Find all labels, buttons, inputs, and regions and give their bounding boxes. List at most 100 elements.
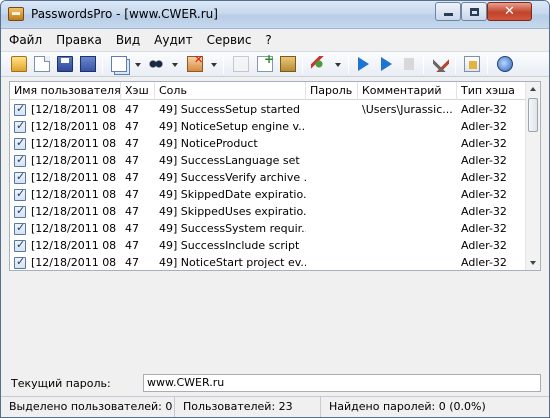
cell-salt: 49] SuccessInclude script [159, 239, 300, 252]
maximize-button[interactable] [461, 2, 487, 21]
cell-comment [358, 186, 457, 203]
status-users-count: Пользователей: 23 [175, 397, 321, 417]
hash-table[interactable]: Имя пользователя Хэш Соль Пароль Коммент… [9, 81, 541, 271]
cell-comment: \Users\Jurassic... [362, 103, 453, 116]
cell-password [306, 254, 358, 270]
cell-hash: 47 [125, 205, 139, 218]
menu-service[interactable]: Сервис [207, 33, 252, 47]
cell-hash: 47 [125, 103, 139, 116]
cell-salt: 49] SuccessVerify archive ... [159, 171, 306, 184]
cell-hash-type: Adler-32 [461, 171, 507, 184]
table-row[interactable]: [12/18/2011 08 47 49] SkippedUses expira… [10, 203, 526, 220]
add-row-icon[interactable] [257, 52, 274, 72]
copy-dropdown-icon[interactable] [135, 63, 141, 67]
toolbar-separator [102, 55, 103, 74]
cell-comment [358, 152, 457, 169]
cell-salt: 49] SuccessLanguage set [159, 154, 300, 167]
cell-hash: 47 [125, 171, 139, 184]
cell-user: [12/18/2011 08 [31, 103, 117, 116]
cell-hash-type: Adler-32 [461, 120, 507, 133]
delete-icon[interactable] [187, 53, 203, 72]
column-header-salt[interactable]: Соль [155, 82, 306, 100]
menu-audit[interactable]: Аудит [154, 33, 192, 47]
stop-icon[interactable] [404, 58, 414, 70]
table-row[interactable]: [12/18/2011 08 47 49] SuccessVerify arch… [10, 169, 526, 186]
maximize-icon [469, 7, 479, 16]
cell-password [306, 135, 358, 152]
cell-hash: 47 [125, 188, 139, 201]
tools-dropdown-icon[interactable] [335, 63, 341, 67]
globe-icon[interactable] [497, 56, 513, 72]
cell-hash-type: Adler-32 [461, 205, 507, 218]
current-password-label: Текущий пароль: [11, 377, 111, 390]
table-row[interactable]: [12/18/2011 08 47 49] NoticeSetup engine… [10, 118, 526, 135]
save-icon[interactable] [57, 56, 73, 72]
scroll-up-icon[interactable] [530, 87, 536, 91]
copy-icon[interactable] [111, 56, 127, 72]
menu-view[interactable]: Вид [116, 33, 140, 47]
menu-bar: Файл Правка Вид Аудит Сервис ? [1, 30, 549, 50]
app-icon [8, 7, 24, 21]
column-header-hash-type[interactable]: Тип хэша [457, 82, 526, 100]
minimize-icon [443, 13, 453, 16]
empty-panel [9, 271, 541, 372]
toolbar-separator [455, 55, 456, 74]
cell-user: [12/18/2011 08 [31, 188, 117, 201]
menu-edit[interactable]: Правка [56, 33, 102, 47]
menu-help[interactable]: ? [265, 33, 271, 47]
close-icon: ✕ [504, 4, 515, 19]
table-row[interactable]: [12/18/2011 08 47 49] NoticeProduct Adle… [10, 135, 526, 152]
cell-salt: 49] SuccessSetup started [159, 103, 300, 116]
find-icon[interactable] [148, 56, 164, 72]
table-header: Имя пользователя Хэш Соль Пароль Коммент… [10, 82, 526, 100]
toolbar-separator [223, 55, 224, 74]
save-all-icon[interactable] [80, 56, 96, 72]
cell-hash-type: Adler-32 [461, 154, 507, 167]
cell-hash: 47 [125, 154, 139, 167]
table-row[interactable]: [12/18/2011 08 47 49] SuccessInclude scr… [10, 237, 526, 254]
cell-hash-type: Adler-32 [461, 222, 507, 235]
cell-hash: 47 [125, 239, 139, 252]
scroll-thumb[interactable] [528, 98, 538, 132]
table-row[interactable]: [12/18/2011 08 47 49] SkippedDate expira… [10, 186, 526, 203]
column-header-comment[interactable]: Комментарий [358, 82, 457, 100]
table-row[interactable]: [12/18/2011 08 47 49] SuccessSystem requ… [10, 220, 526, 237]
paste-icon[interactable] [280, 56, 296, 72]
current-password-field[interactable]: www.CWER.ru [143, 374, 541, 392]
status-bar: Выделено пользователей: 0 Пользователей:… [1, 396, 549, 417]
edit-icon[interactable] [233, 56, 249, 72]
cell-user: [12/18/2011 08 [31, 154, 117, 167]
new-icon[interactable] [34, 56, 50, 72]
close-button[interactable]: ✕ [487, 2, 532, 21]
status-selected-users: Выделено пользователей: 0 [1, 397, 175, 417]
tools-icon[interactable] [311, 56, 327, 72]
vertical-scrollbar[interactable] [525, 82, 540, 270]
cell-comment [358, 118, 457, 135]
column-header-hash[interactable]: Хэш [121, 82, 155, 100]
play-icon[interactable] [358, 57, 369, 71]
column-header-password[interactable]: Пароль [306, 82, 358, 100]
delete-dropdown-icon[interactable] [211, 63, 217, 67]
cell-hash-type: Adler-32 [461, 188, 507, 201]
table-row[interactable]: [12/18/2011 08 47 49] SuccessSetup start… [10, 101, 526, 118]
title-bar[interactable]: PasswordsPro - [www.CWER.ru] ✕ [1, 1, 549, 29]
cell-comment [358, 203, 457, 220]
cell-hash-type: Adler-32 [461, 103, 507, 116]
toolbar-separator [348, 55, 349, 74]
cell-password [306, 101, 358, 118]
open-icon[interactable] [11, 56, 27, 72]
table-row[interactable]: [12/18/2011 08 47 49] NoticeStart projec… [10, 254, 526, 270]
window-title: PasswordsPro - [www.CWER.ru] [31, 7, 218, 21]
settings-icon[interactable] [433, 56, 449, 72]
menu-file[interactable]: Файл [9, 33, 42, 47]
cell-password [306, 118, 358, 135]
cell-hash: 47 [125, 120, 139, 133]
cell-password [306, 220, 358, 237]
table-row[interactable]: [12/18/2011 08 47 49] SuccessLanguage se… [10, 152, 526, 169]
scroll-down-icon[interactable] [530, 261, 536, 265]
minimize-button[interactable] [435, 2, 461, 21]
column-header-user[interactable]: Имя пользователя [10, 82, 121, 100]
find-dropdown-icon[interactable] [172, 63, 178, 67]
export-icon[interactable] [464, 56, 480, 72]
play-step-icon[interactable] [381, 57, 392, 71]
